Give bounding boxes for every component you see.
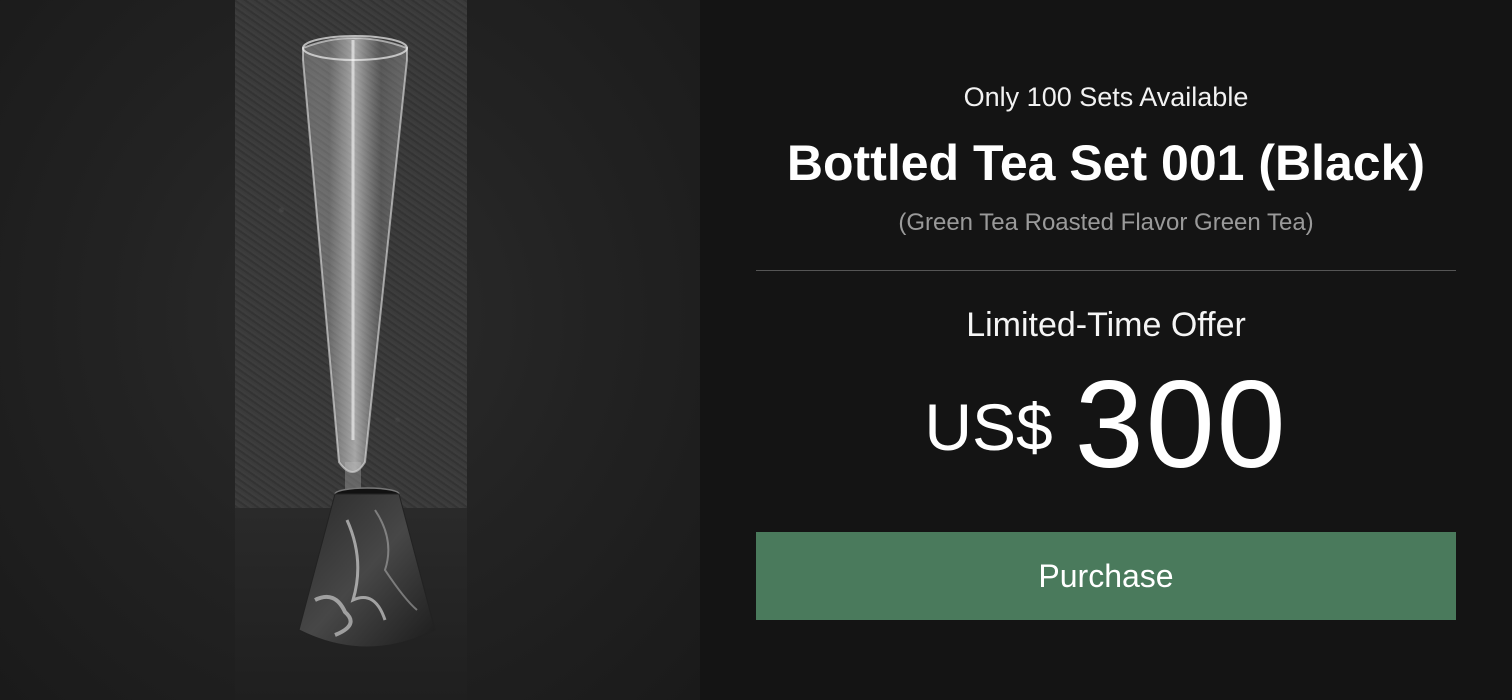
product-media-panel bbox=[0, 0, 700, 700]
product-title: Bottled Tea Set 001 (Black) bbox=[786, 135, 1426, 191]
offer-label: Limited-Time Offer bbox=[966, 306, 1246, 344]
divider bbox=[756, 270, 1456, 271]
purchase-button[interactable]: Purchase bbox=[756, 532, 1456, 620]
product-subtitle: (Green Tea Roasted Flavor Green Tea) bbox=[898, 209, 1314, 236]
product-photo bbox=[235, 0, 467, 700]
tall-glass-tea-bottle-image bbox=[298, 35, 436, 648]
product-info-panel: Only 100 Sets Available Bottled Tea Set … bbox=[700, 0, 1512, 700]
availability-text: Only 100 Sets Available bbox=[963, 82, 1249, 112]
price: US$ 300 bbox=[756, 356, 1456, 494]
product-page: Only 100 Sets Available Bottled Tea Set … bbox=[0, 0, 1512, 700]
price-amount: 300 bbox=[1074, 356, 1288, 494]
price-currency: US$ bbox=[924, 390, 1053, 464]
